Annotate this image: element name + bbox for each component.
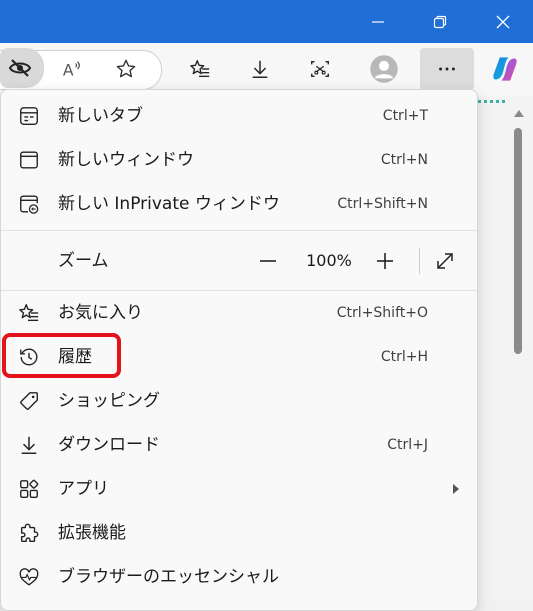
menu-item-label: 拡張機能 xyxy=(58,523,126,543)
scroll-thumb[interactable] xyxy=(514,128,522,354)
minimize-button[interactable] xyxy=(356,0,400,43)
favorite-star-icon xyxy=(116,59,136,78)
screenshot-icon xyxy=(311,60,329,78)
menu-divider xyxy=(1,230,477,231)
full-screen-icon xyxy=(437,253,453,269)
inprivate-window-icon xyxy=(17,192,41,216)
scroll-up-arrow-icon[interactable] xyxy=(514,110,524,117)
menu-item-shopping[interactable]: ショッピング xyxy=(1,379,477,423)
read-aloud-icon: A xyxy=(63,61,80,79)
menu-item-extensions[interactable]: 拡張機能 xyxy=(1,511,477,555)
copilot-icon xyxy=(493,57,517,81)
menu-item-new-inprivate-window[interactable]: 新しい InPrivate ウィンドウ Ctrl+Shift+N xyxy=(1,182,477,226)
restore-icon xyxy=(433,15,447,28)
zoom-separator xyxy=(419,248,420,274)
menu-item-label: ブラウザーのエッセンシャル xyxy=(58,567,279,587)
minus-icon xyxy=(260,260,276,262)
close-button[interactable] xyxy=(481,0,525,43)
menu-item-downloads[interactable]: ダウンロード Ctrl+J xyxy=(1,423,477,467)
menu-item-shortcut: Ctrl+Shift+N xyxy=(337,196,428,212)
extensions-icon xyxy=(17,521,41,545)
restore-button[interactable] xyxy=(418,0,462,43)
svg-text:A: A xyxy=(63,61,74,79)
screenshot-button[interactable] xyxy=(303,52,337,86)
menu-item-shortcut: Ctrl+N xyxy=(380,152,428,168)
menu-item-shortcut: Ctrl+Shift+O xyxy=(336,305,428,321)
menu-item-apps[interactable]: アプリ xyxy=(1,467,477,511)
profile-avatar-icon xyxy=(370,55,398,83)
profile-button[interactable] xyxy=(367,52,401,86)
history-highlight-box xyxy=(2,333,121,378)
favorite-button[interactable] xyxy=(109,52,143,86)
menu-item-shortcut: Ctrl+H xyxy=(380,349,428,365)
menu-item-shortcut: Ctrl+T xyxy=(382,108,428,124)
copilot-button[interactable] xyxy=(486,50,524,88)
download-icon xyxy=(17,433,41,457)
menu-item-favorites[interactable]: お気に入り Ctrl+Shift+O xyxy=(1,291,477,335)
tracking-eye-icon xyxy=(8,59,32,77)
menu-item-new-tab[interactable]: 新しいタブ Ctrl+T xyxy=(1,94,477,138)
menu-item-label: ダウンロード xyxy=(58,435,160,455)
download-icon xyxy=(252,60,268,78)
favorites-list-icon xyxy=(190,60,210,78)
menu-item-label: お気に入り xyxy=(58,303,143,323)
menu-item-new-window[interactable]: 新しいウィンドウ Ctrl+N xyxy=(1,138,477,182)
loading-indicator xyxy=(478,100,508,103)
more-options-icon xyxy=(439,67,455,71)
favorites-icon xyxy=(17,301,41,325)
title-bar xyxy=(0,0,533,43)
browser-essentials-icon xyxy=(17,565,41,589)
shopping-tag-icon xyxy=(17,389,41,413)
menu-item-browser-essentials[interactable]: ブラウザーのエッセンシャル xyxy=(1,555,477,599)
zoom-value: 100% xyxy=(306,251,352,270)
zoom-out-button[interactable] xyxy=(251,244,285,278)
downloads-button[interactable] xyxy=(243,52,277,86)
tracking-prevention-button[interactable] xyxy=(0,48,44,88)
plus-icon xyxy=(377,253,393,269)
zoom-in-button[interactable] xyxy=(368,244,402,278)
full-screen-button[interactable] xyxy=(428,244,462,278)
minimize-icon xyxy=(372,20,384,23)
new-window-icon xyxy=(17,148,41,172)
menu-item-label: 新しいウィンドウ xyxy=(58,150,194,170)
new-tab-icon xyxy=(17,104,41,128)
menu-item-label: ショッピング xyxy=(58,391,160,411)
close-icon xyxy=(496,15,510,28)
settings-and-more-button[interactable] xyxy=(420,48,474,90)
read-aloud-button[interactable]: A xyxy=(55,52,89,86)
page-scrollbar[interactable] xyxy=(510,106,528,600)
favorites-list-button[interactable] xyxy=(183,52,217,86)
zoom-control: ズーム 100% xyxy=(1,236,477,286)
menu-item-label: 新しいタブ xyxy=(58,106,143,126)
submenu-arrow-icon xyxy=(453,484,459,494)
menu-item-label: 新しい InPrivate ウィンドウ xyxy=(58,194,280,214)
apps-icon xyxy=(17,477,41,501)
zoom-label: ズーム xyxy=(58,251,109,271)
menu-item-shortcut: Ctrl+J xyxy=(387,437,428,453)
menu-item-label: アプリ xyxy=(58,479,109,499)
